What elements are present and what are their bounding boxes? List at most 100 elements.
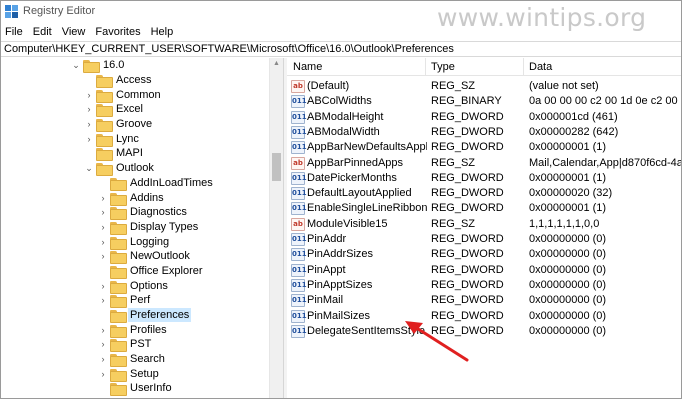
chevron-right-icon[interactable]: › <box>98 293 108 307</box>
chevron-right-icon[interactable]: › <box>84 102 94 116</box>
value-row[interactable]: 011 ABModalWidth REG_DWORD 0x00000282 (642) <box>287 125 681 140</box>
tree-item[interactable]: UserInfo <box>98 381 174 396</box>
chevron-right-icon[interactable]: › <box>98 249 108 263</box>
chevron-right-icon[interactable]: › <box>98 337 108 351</box>
tree-item[interactable]: MAPI <box>84 146 145 161</box>
value-row[interactable]: 011 PinMailSizes REG_DWORD 0x00000000 (0) <box>287 309 681 324</box>
value-name: ABColWidths <box>307 95 372 108</box>
column-header-type[interactable]: Type <box>431 61 455 73</box>
chevron-right-icon[interactable]: › <box>98 367 108 381</box>
value-data: 0x00000282 (642) <box>529 125 619 138</box>
address-bar[interactable]: Computer\HKEY_CURRENT_USER\SOFTWARE\Micr… <box>1 41 681 57</box>
value-row[interactable]: ab ModuleVisible15 REG_SZ 1,1,1,1,1,1,0,0 <box>287 217 681 232</box>
tree-item[interactable]: › PST <box>98 337 153 352</box>
tree-item[interactable]: › NewOutlook <box>98 249 192 264</box>
chevron-right-icon[interactable]: › <box>98 323 108 337</box>
tree-item[interactable]: › Profiles <box>98 323 169 338</box>
title-bar: Registry Editor www.wintips.org <box>1 1 681 32</box>
column-header-data[interactable]: Data <box>529 61 552 73</box>
column-header-name[interactable]: Name <box>293 61 322 73</box>
scrollbar-thumb[interactable] <box>272 153 281 181</box>
tree-scrollbar[interactable]: ▲ <box>269 58 283 398</box>
value-row[interactable]: 011 PinAddrSizes REG_DWORD 0x00000000 (0) <box>287 247 681 262</box>
value-row[interactable]: 011 PinAddr REG_DWORD 0x00000000 (0) <box>287 232 681 247</box>
tree-item[interactable]: › Options <box>98 279 170 294</box>
value-row[interactable]: 011 AppBarNewDefaultsAppli... REG_DWORD 0x0… <box>287 140 681 155</box>
menu-favorites[interactable]: Favorites <box>95 26 146 38</box>
tree-item-label: Perf <box>130 294 151 306</box>
tree-item[interactable]: › Diagnostics <box>98 205 189 220</box>
chevron-right-icon[interactable]: › <box>98 220 108 234</box>
folder-icon <box>110 309 127 323</box>
tree-item[interactable]: Preferences <box>98 308 192 323</box>
chevron-right-icon[interactable]: › <box>98 235 108 249</box>
menu-edit[interactable]: Edit <box>33 26 58 38</box>
tree-item[interactable]: › Setup <box>98 367 161 382</box>
tree-item-label: Addins <box>130 192 164 204</box>
value-type: REG_DWORD <box>431 171 504 184</box>
value-row[interactable]: 011 ABModalHeight REG_DWORD 0x000001cd (461… <box>287 110 681 125</box>
value-row[interactable]: 011 PinMail REG_DWORD 0x00000000 (0) <box>287 293 681 308</box>
scroll-up-icon[interactable]: ▲ <box>273 60 280 67</box>
value-row[interactable]: 011 ABColWidths REG_BINARY 0a 00 00 00 c2 0… <box>287 94 681 109</box>
tree-item[interactable]: ⌄ 16.0 <box>71 58 126 73</box>
tree-item[interactable]: AddInLoadTimes <box>98 176 215 191</box>
tree-item-label: Logging <box>130 236 170 248</box>
value-row[interactable]: ab AppBarPinnedApps REG_SZ Mail,Calendar,Ap… <box>287 156 681 171</box>
menu-help[interactable]: Help <box>151 26 180 38</box>
value-data: 0x00000001 (1) <box>529 171 607 184</box>
tree-item-label: AddInLoadTimes <box>130 177 213 189</box>
value-row[interactable]: 011 DelegateSentItemsStyle REG_DWORD 0x0000… <box>287 324 681 339</box>
tree-item[interactable]: › Display Types <box>98 220 200 235</box>
chevron-right-icon[interactable]: › <box>84 88 94 102</box>
value-type: REG_DWORD <box>431 263 504 276</box>
value-row[interactable]: 011 EnableSingleLineRibbon REG_DWORD 0x0000… <box>287 201 681 216</box>
tree-item[interactable]: › Logging <box>98 235 171 250</box>
tree-item[interactable]: ⌄ Outlook <box>84 161 156 176</box>
tree-item[interactable]: › Perf <box>98 293 152 308</box>
tree-item[interactable]: Office Explorer <box>98 264 205 279</box>
tree-item[interactable]: › Groove <box>84 117 154 132</box>
column-divider[interactable] <box>425 58 426 76</box>
tree-item-label: 16.0 <box>103 59 125 71</box>
tree-item-label: Office Explorer <box>130 265 203 277</box>
value-data: 0x00000000 (0) <box>529 278 607 291</box>
binary-value-icon: 011 <box>291 125 307 139</box>
chevron-down-icon[interactable]: ⌄ <box>71 58 81 72</box>
value-row[interactable]: 011 DatePickerMonths REG_DWORD 0x00000001 (… <box>287 171 681 186</box>
value-row[interactable]: ab (Default) REG_SZ (value not set) <box>287 79 681 94</box>
value-type: REG_SZ <box>431 217 476 230</box>
value-type: REG_DWORD <box>431 187 504 200</box>
value-name: EnableSingleLineRibbon <box>307 202 427 215</box>
folder-icon <box>96 118 113 132</box>
tree-item-label: Search <box>130 353 165 365</box>
tree-item[interactable]: › Common <box>84 88 163 103</box>
menu-file[interactable]: File <box>5 26 29 38</box>
tree-item-label: MAPI <box>116 147 143 159</box>
chevron-right-icon[interactable]: › <box>84 117 94 131</box>
chevron-right-icon[interactable]: › <box>98 205 108 219</box>
tree-item-label: Profiles <box>130 324 167 336</box>
chevron-right-icon[interactable]: › <box>98 279 108 293</box>
value-row[interactable]: 011 PinAppt REG_DWORD 0x00000000 (0) <box>287 263 681 278</box>
chevron-right-icon[interactable]: › <box>98 191 108 205</box>
value-type: REG_DWORD <box>431 248 504 261</box>
tree-item[interactable]: › Addins <box>98 191 166 206</box>
folder-icon <box>110 382 127 396</box>
value-row[interactable]: 011 PinApptSizes REG_DWORD 0x00000000 (0) <box>287 278 681 293</box>
value-row[interactable]: 011 DefaultLayoutApplied REG_DWORD 0x000000… <box>287 186 681 201</box>
tree-item[interactable]: › Excel <box>84 102 145 117</box>
menu-view[interactable]: View <box>62 26 92 38</box>
folder-icon <box>110 338 127 352</box>
chevron-right-icon[interactable]: › <box>84 132 94 146</box>
tree-item[interactable]: › Search <box>98 352 167 367</box>
binary-value-icon: 011 <box>291 263 307 277</box>
column-divider[interactable] <box>523 58 524 76</box>
tree-item[interactable]: Access <box>84 73 153 88</box>
tree-item[interactable]: › Lync <box>84 132 141 147</box>
chevron-right-icon[interactable]: › <box>98 352 108 366</box>
tree-item-label: Preferences <box>128 308 192 322</box>
chevron-down-icon[interactable]: ⌄ <box>84 161 94 175</box>
key-tree-pane[interactable]: ⌄ 16.0 Access › Common › Excel › Groove › Lync MAPI… <box>1 58 283 398</box>
